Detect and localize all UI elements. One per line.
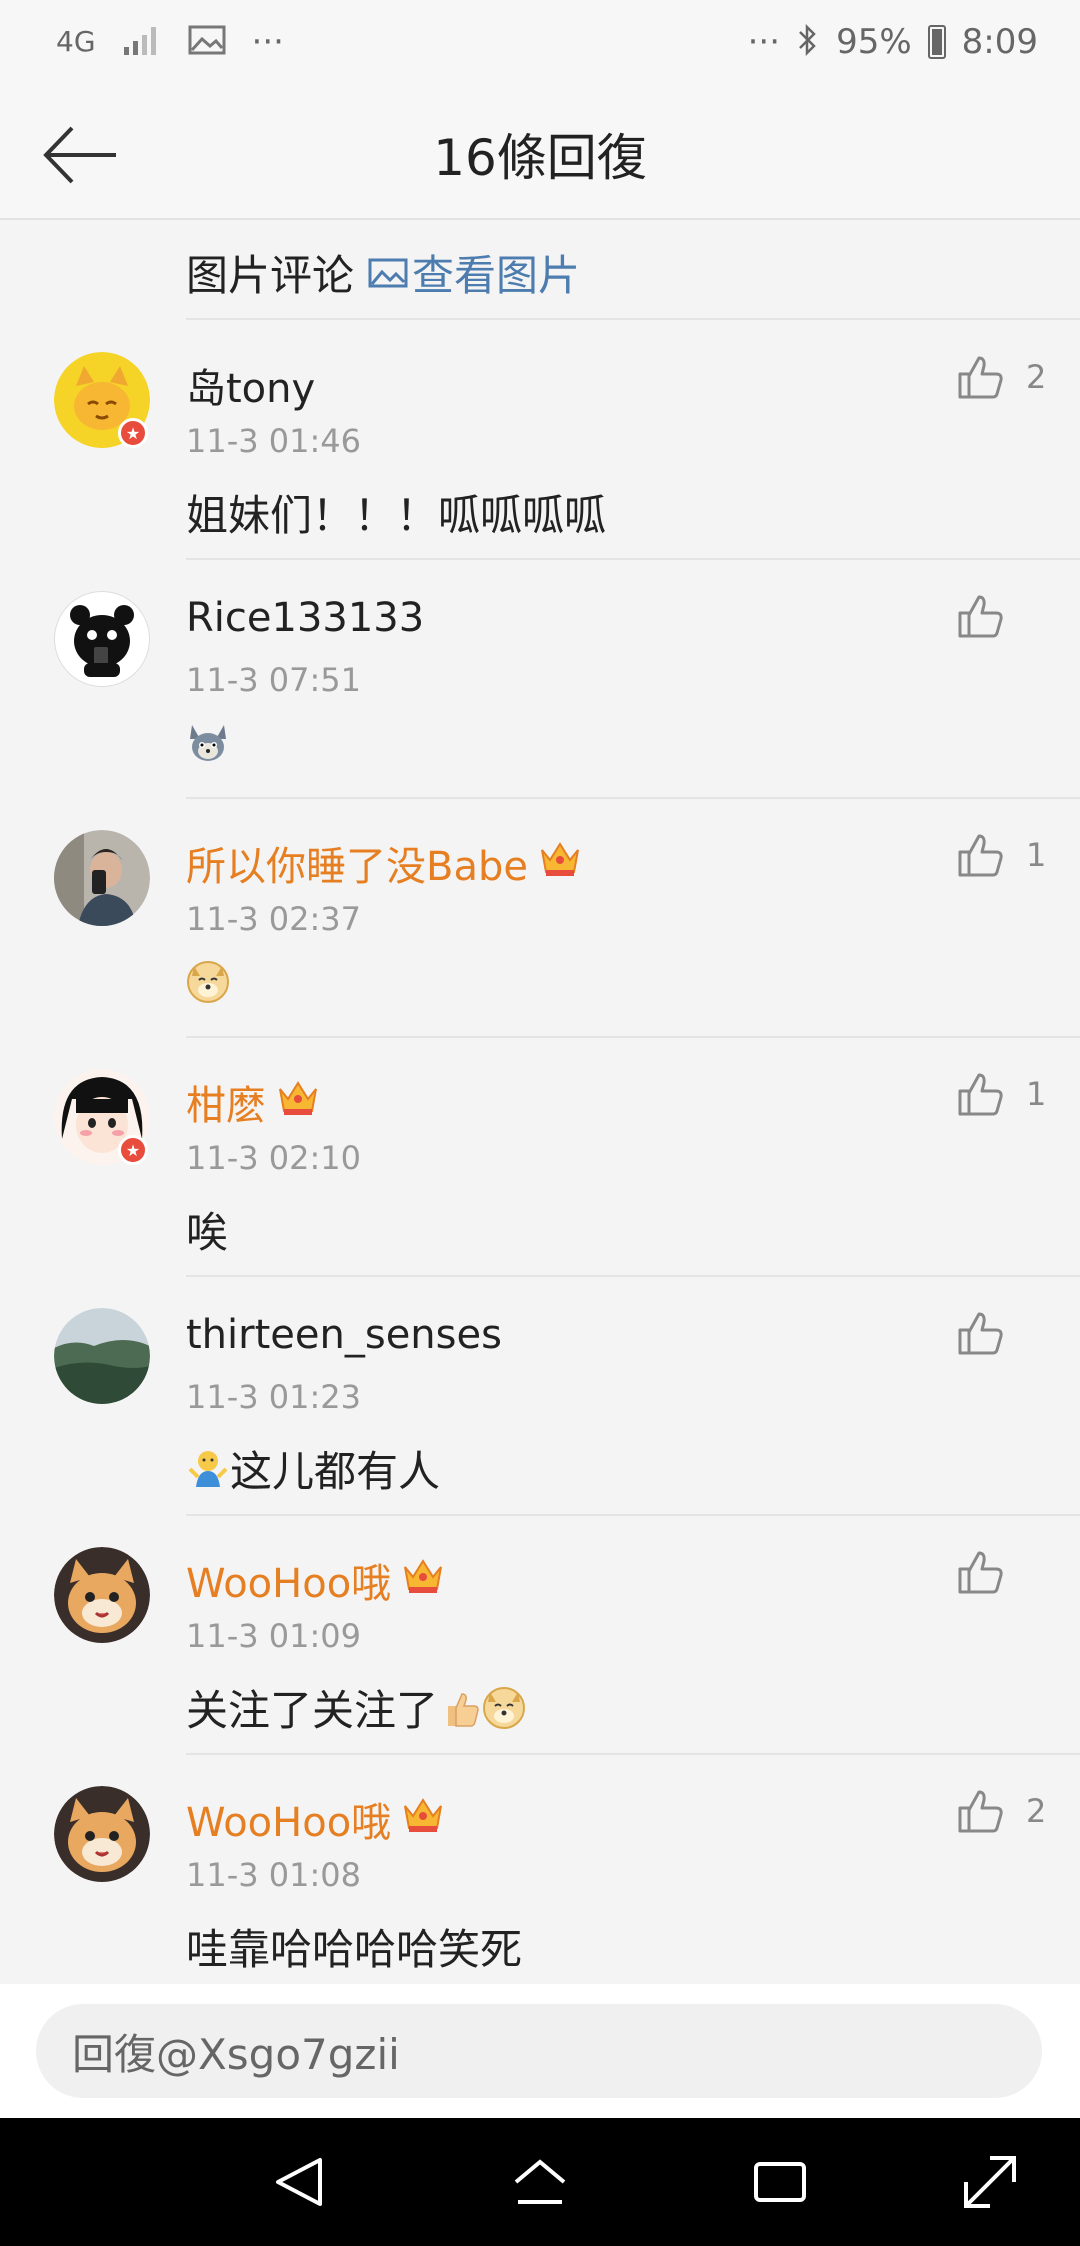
battery-icon (927, 25, 946, 59)
like-button[interactable]: 2 (956, 354, 1048, 400)
doge-emoji-icon (482, 1686, 526, 1730)
thumbs-up-icon (958, 1551, 1003, 1594)
comment-item: Rice133133 11-3 07:51 (0, 561, 1080, 799)
avatar[interactable] (54, 1786, 150, 1882)
comment-item: ★ 岛tony 11-3 01:46 姐妹们！！！呱呱呱呱 2 (0, 322, 1080, 560)
comment-username[interactable]: WooHoo哦 (186, 1551, 445, 1609)
comment-username[interactable]: 柑麽 (186, 1073, 320, 1131)
like-count: 2 (1026, 358, 1047, 396)
divider (186, 1514, 1080, 1516)
notification-overflow: ··· (251, 22, 284, 62)
like-count: 1 (1026, 1075, 1047, 1113)
thumbs-up-icon (958, 1312, 1003, 1355)
comment-time: 11-3 01:23 (186, 1378, 362, 1416)
divider (186, 797, 1080, 799)
nav-expand-button[interactable] (960, 2152, 1020, 2212)
divider (186, 1753, 1080, 1755)
comment-text: 哇靠哈哈哈哈笑死 (186, 1925, 523, 1974)
image-notification-icon (188, 24, 226, 60)
like-button[interactable] (956, 1549, 1048, 1595)
comment-text: 姐妹们！！！呱呱呱呱 (186, 491, 607, 540)
verified-badge-icon: ★ (118, 418, 148, 448)
comment-time: 11-3 01:09 (186, 1617, 362, 1655)
comment-username[interactable]: thirteen_senses (186, 1312, 502, 1358)
verified-badge-icon: ★ (118, 1135, 148, 1165)
shrug-emoji-icon (186, 1447, 230, 1491)
status-bar: 4G ··· ··· 95% 8:09 (0, 0, 1080, 90)
doge-emoji-icon (186, 960, 230, 1004)
comment-item: thirteen_senses 11-3 01:23 这儿都有人 (0, 1278, 1080, 1516)
like-button[interactable] (956, 593, 1048, 639)
comment-text: 唉 (186, 1208, 229, 1257)
nav-home-button[interactable] (510, 2152, 570, 2212)
nav-home-icon (514, 2159, 566, 2204)
system-nav-bar (0, 2118, 1080, 2246)
comment-item: ★ 柑麽 11-3 02:10 唉 1 (0, 1039, 1080, 1277)
comment-text: 关注了关注了 (186, 1677, 526, 1738)
vip-crown-icon (401, 1555, 445, 1605)
like-count: 1 (1026, 836, 1047, 874)
comment-item: WooHoo哦 11-3 01:09 关注了关注了 (0, 1517, 1080, 1755)
divider (186, 1275, 1080, 1277)
avatar[interactable] (54, 1308, 150, 1404)
comment-item: WooHoo哦 11-3 01:08 哇靠哈哈哈哈笑死 2 (0, 1756, 1080, 1994)
status-overflow: ··· (747, 22, 781, 62)
bluetooth-icon (796, 22, 820, 62)
reply-input[interactable]: 回復@Xsgo7gzii (36, 2004, 1042, 2098)
screen: 4G ··· ··· 95% 8:09 16條回復 图片评论 查看图片 ★ 岛t… (0, 0, 1080, 2246)
comment-username[interactable]: Rice133133 (186, 595, 424, 641)
tom-cat-emoji-icon (186, 721, 230, 765)
header: 16條回復 (0, 90, 1080, 220)
like-button[interactable] (956, 1310, 1048, 1356)
avatar[interactable] (54, 1547, 150, 1643)
reply-bar: 回復@Xsgo7gzii (0, 1984, 1080, 2118)
nav-back-button[interactable] (270, 2152, 330, 2212)
vip-crown-icon (276, 1077, 320, 1127)
nav-recents-icon (754, 2162, 806, 2202)
comment-text (186, 721, 230, 765)
picture-comment-label: 图片评论 (186, 251, 355, 300)
like-count: 2 (1026, 1792, 1047, 1830)
comment-item: 所以你睡了没Babe 11-3 02:37 1 (0, 800, 1080, 1038)
view-picture-link[interactable]: 查看图片 (368, 242, 580, 303)
reply-placeholder: 回復@Xsgo7gzii (72, 2029, 400, 2079)
vip-crown-icon (538, 838, 582, 888)
vip-crown-icon (401, 1794, 445, 1844)
like-button[interactable]: 1 (956, 1071, 1048, 1117)
page-title: 16條回復 (433, 129, 647, 187)
comment-time: 11-3 07:51 (186, 661, 362, 699)
network-type: 4G (56, 25, 96, 58)
divider (186, 558, 1080, 560)
comment-time: 11-3 01:08 (186, 1856, 362, 1894)
thumbs-up-icon (958, 356, 1003, 399)
comment-text: 这儿都有人 (186, 1438, 440, 1499)
avatar[interactable] (54, 591, 150, 687)
comment-time: 11-3 01:46 (186, 422, 362, 460)
divider (186, 1036, 1080, 1038)
thumbs-up-icon (958, 1073, 1003, 1116)
comment-username[interactable]: 岛tony (186, 356, 315, 414)
comment-text (186, 960, 230, 1004)
thumbs-up-icon (958, 834, 1003, 877)
clock: 8:09 (961, 22, 1038, 62)
view-picture-label: 查看图片 (412, 251, 581, 300)
avatar[interactable] (54, 830, 150, 926)
like-button[interactable]: 2 (956, 1788, 1048, 1834)
comment-time: 11-3 02:10 (186, 1139, 362, 1177)
comment-time: 11-3 02:37 (186, 900, 362, 938)
comment-username[interactable]: WooHoo哦 (186, 1790, 445, 1848)
picture-icon (368, 258, 408, 287)
battery-percent: 95% (836, 22, 912, 62)
thumbs-up-icon (958, 595, 1003, 638)
thumbs-up-emoji-icon (438, 1686, 482, 1730)
nav-back-icon (276, 2158, 322, 2206)
nav-recents-button[interactable] (750, 2152, 810, 2212)
thumbs-up-icon (958, 1790, 1003, 1833)
picture-comment-row: 图片评论 查看图片 (186, 242, 1080, 320)
like-button[interactable]: 1 (956, 832, 1048, 878)
signal-icon (122, 23, 162, 61)
expand-screen-icon (964, 2156, 1016, 2208)
comment-username[interactable]: 所以你睡了没Babe (186, 834, 582, 892)
